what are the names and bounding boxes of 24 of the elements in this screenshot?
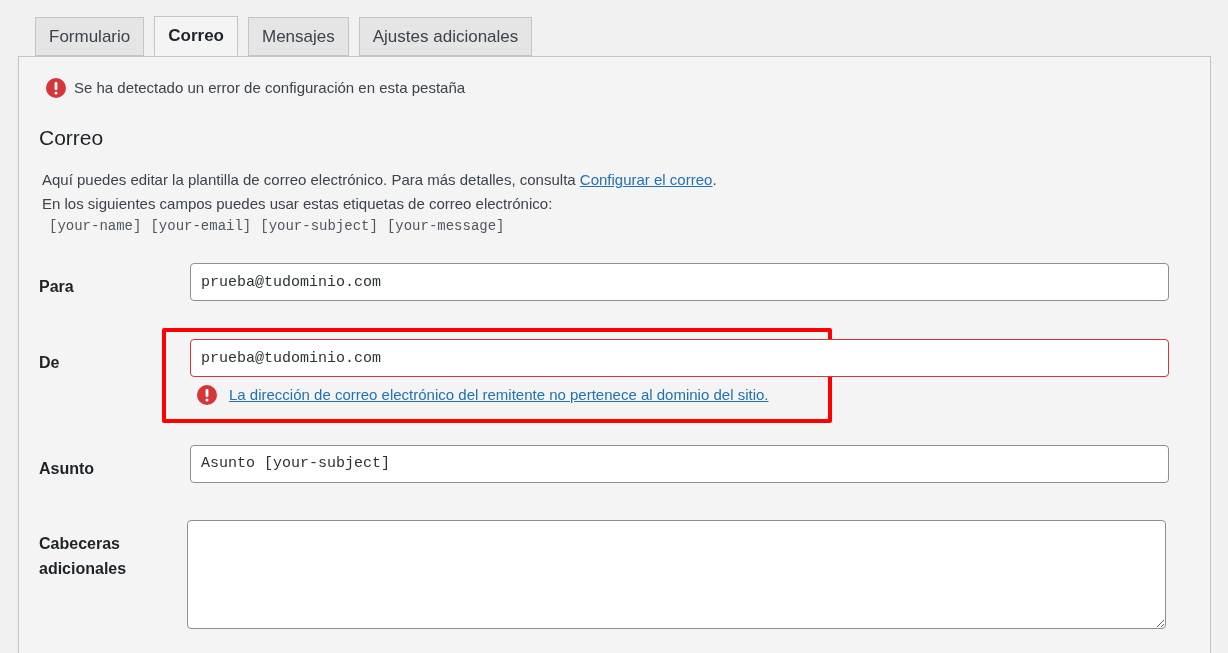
- input-field[interactable]: prueba@tudominio.com: [190, 263, 1169, 301]
- field-label: Para: [39, 277, 75, 297]
- tab[interactable]: Ajustes adicionales: [358, 17, 533, 56]
- section-heading: Correo: [39, 124, 105, 151]
- error-icon: [46, 78, 66, 99]
- error-notice: Se ha detectado un error de configuración en esta pestaña: [74, 78, 466, 98]
- tab[interactable]: Mensajes: [248, 17, 349, 56]
- field-label: Asunto: [39, 458, 96, 479]
- field-label: Cabeceras adicionales: [39, 533, 128, 579]
- error-link[interactable]: La dirección de correo electrónico del remitente no pertenece al dominio del sitio.: [229, 384, 769, 407]
- mail-tag: [your-email]: [150, 216, 252, 237]
- configure-mail-link[interactable]: Configurar el correo: [579, 171, 713, 188]
- field-label: De: [39, 353, 61, 373]
- tab[interactable]: Correo: [154, 16, 238, 56]
- input-field[interactable]: prueba@tudominio.com: [190, 339, 1169, 377]
- description-text: Aquí puedes editar la plantilla de correo electrónico. Para más detalles, consulta Configurar el correo.: [42, 170, 718, 190]
- mail-tag: [your-name]: [49, 216, 142, 237]
- error-icon: [197, 385, 217, 406]
- text-area[interactable]: [187, 519, 1166, 629]
- mail-tag: [your-message]: [386, 216, 505, 237]
- mail-tag: [your-subject]: [260, 216, 378, 237]
- tags-intro-text: En los siguientes campos puedes usar estas etiquetas de correo electrónico:: [42, 194, 554, 214]
- tab[interactable]: Formulario: [35, 17, 145, 56]
- input-field[interactable]: Asunto [your-subject]: [190, 444, 1169, 483]
